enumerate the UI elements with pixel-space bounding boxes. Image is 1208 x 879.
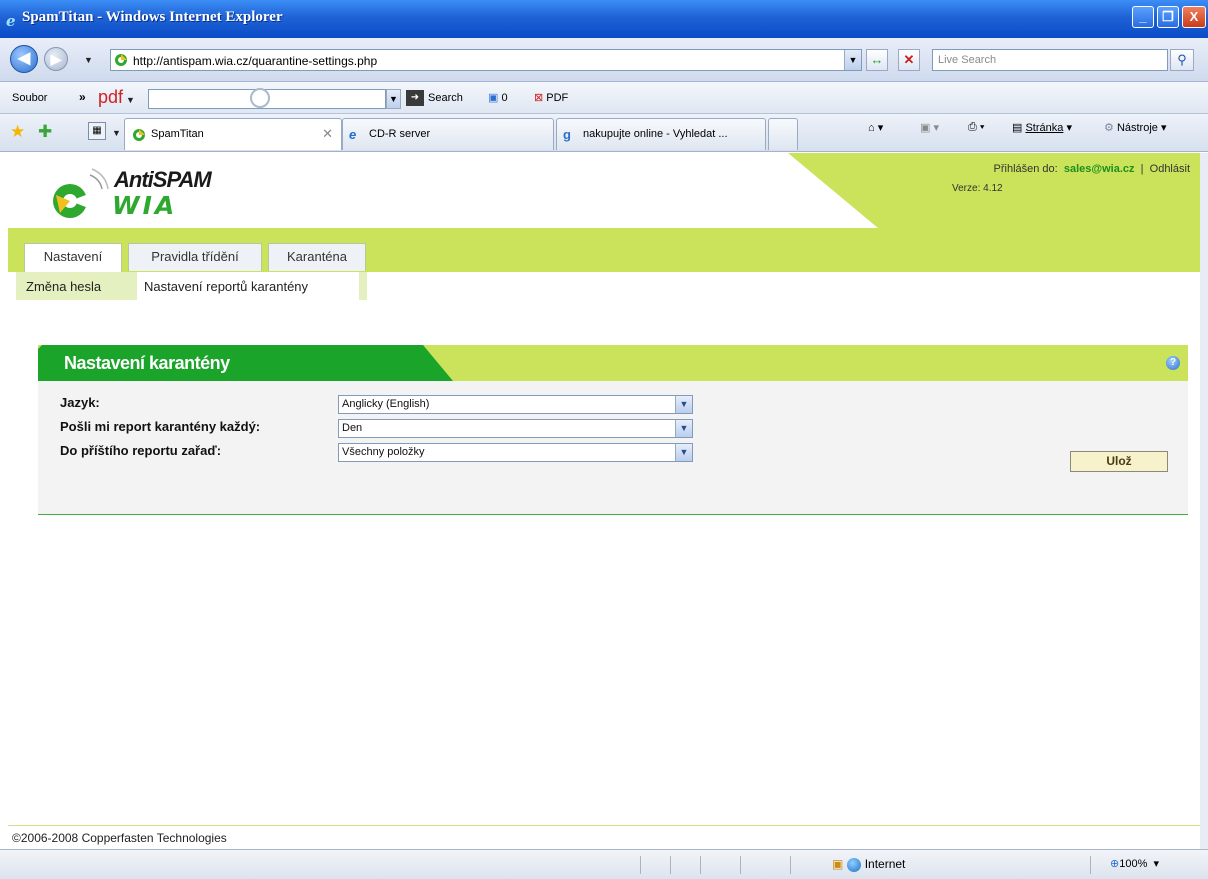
pdf-menu-dropdown-icon[interactable]: ▼ — [126, 95, 135, 105]
live-search-input[interactable]: Live Search — [932, 49, 1168, 71]
login-user: sales@wia.cz — [1063, 163, 1135, 175]
security-zone[interactable]: ▣ Internet — [832, 857, 905, 872]
chevron-down-icon: ▼ — [675, 396, 692, 413]
back-button[interactable]: ◀ — [10, 45, 38, 73]
status-divider — [740, 856, 741, 874]
status-divider — [790, 856, 791, 874]
quick-tabs-icon[interactable]: ▦ — [88, 122, 106, 140]
subnav-zmena-hesla[interactable]: Změna hesla — [26, 279, 101, 294]
status-divider — [640, 856, 641, 874]
address-text: http://antispam.wia.cz/quarantine-settin… — [133, 54, 378, 68]
magnifier-icon — [250, 88, 270, 108]
globe-icon — [846, 857, 861, 872]
print-icon[interactable]: ⎙ ▾ — [968, 121, 984, 134]
window-right-edge — [1200, 153, 1208, 849]
report-content-select[interactable]: Všechny položky ▼ — [338, 443, 693, 462]
close-button[interactable]: X — [1182, 6, 1206, 28]
menu-soubor[interactable]: Soubor — [12, 92, 47, 104]
site-header: AntiSPAM WIA Přihlášen do: sales@wia.cz … — [8, 153, 1200, 228]
panel-header: Nastavení karantény ? — [38, 345, 1188, 381]
login-info: Přihlášen do: sales@wia.cz | Odhlásit — [993, 163, 1190, 175]
ie-logo-icon: e — [6, 12, 16, 30]
page-icon: ▤ — [1012, 122, 1023, 134]
version-label: Verze: 4.12 — [952, 183, 1003, 194]
status-divider — [1090, 856, 1091, 874]
protected-mode-icon: ▣ — [832, 857, 844, 871]
status-divider — [700, 856, 701, 874]
tab-cd-r-server[interactable]: e CD-R server — [342, 118, 554, 150]
address-dropdown-icon[interactable]: ▼ — [844, 50, 861, 70]
language-label: Jazyk: — [60, 395, 100, 410]
status-divider — [670, 856, 671, 874]
tab-close-icon[interactable]: ✕ — [322, 126, 333, 142]
zoom-icon: ⊕ — [1110, 858, 1120, 870]
feeds-icon[interactable]: ▣ ▾ — [920, 121, 939, 134]
go-arrow-icon: ➜ — [406, 90, 424, 106]
tab-pravidla-trideni[interactable]: Pravidla třídění — [128, 243, 262, 271]
pdf-file-icon: ⊠ — [534, 92, 544, 104]
address-field[interactable]: http://antispam.wia.cz/quarantine-settin… — [110, 49, 862, 71]
report-frequency-select[interactable]: Den ▼ — [338, 419, 693, 438]
popup-icon: ▣ — [488, 92, 499, 104]
google-favicon-icon: g — [563, 127, 571, 142]
toolbar-search-button[interactable]: ➜ Search — [406, 90, 463, 106]
subnav-nastaveni-reportu[interactable]: Nastavení reportů karantény — [144, 279, 308, 294]
status-bar — [0, 849, 1208, 879]
antispam-logo-icon — [53, 168, 109, 218]
tools-menu-button[interactable]: ⚙ Nástroje ▾ — [1104, 121, 1166, 134]
maximize-button[interactable]: ❐ — [1157, 6, 1179, 28]
save-button[interactable]: Ulož — [1070, 451, 1168, 472]
ie-page-icon: e — [349, 127, 357, 142]
window-titlebar: e SpamTitan - Windows Internet Explorer … — [0, 0, 1208, 38]
logo-wia-text: WIA — [112, 191, 178, 220]
chevron-down-icon: ▼ — [675, 444, 692, 461]
gear-icon: ⚙ — [1104, 122, 1114, 134]
tab-nastaveni[interactable]: Nastavení — [24, 243, 122, 273]
tab-nakupujte[interactable]: g nakupujte online - Vyhledat ... — [556, 118, 766, 150]
language-select[interactable]: Anglicky (English) ▼ — [338, 395, 693, 414]
spamtitan-favicon-icon — [133, 129, 145, 141]
search-icon[interactable]: ⚲ — [1170, 49, 1194, 71]
report-frequency-label: Pošli mi report karantény každý: — [60, 419, 261, 434]
pdf-search-dropdown-icon[interactable]: ▼ — [386, 89, 401, 109]
tab-spamtitan[interactable]: SpamTitan ✕ — [124, 118, 342, 150]
toolbar-pdf-button[interactable]: ⊠ PDF — [534, 91, 568, 104]
report-content-label: Do příštího reportu zařaď: — [60, 443, 222, 458]
favorites-star-icon[interactable]: ★ — [10, 122, 25, 142]
home-icon[interactable]: ⌂ ▾ — [868, 121, 883, 134]
logo-antispam-text: AntiSPAM — [114, 167, 212, 192]
pdf-toolbar-logo[interactable]: pdf — [98, 87, 123, 108]
forward-button[interactable]: ▶ — [44, 47, 68, 71]
footer: ©2006-2008 Copperfasten Technologies — [8, 826, 1200, 849]
logout-link[interactable]: Odhlásit — [1150, 163, 1190, 175]
toolbar-counter-button[interactable]: ▣ 0 — [488, 91, 508, 104]
page-content: AntiSPAM WIA Přihlášen do: sales@wia.cz … — [8, 153, 1200, 849]
refresh-icon[interactable]: ↔ — [866, 49, 888, 71]
panel-body: Jazyk: Anglicky (English) ▼ Pošli mi rep… — [38, 381, 1188, 515]
chevron-down-icon: ▼ — [675, 420, 692, 437]
help-icon[interactable]: ? — [1166, 356, 1180, 370]
quarantine-settings-panel: Nastavení karantény ? Jazyk: Anglicky (E… — [38, 345, 1188, 515]
toolbar-overflow-icon[interactable]: » — [79, 90, 86, 104]
copyright-text: ©2006-2008 Copperfasten Technologies — [12, 831, 227, 845]
site-favicon-icon — [115, 54, 127, 66]
minimize-button[interactable]: _ — [1132, 6, 1154, 28]
tab-karantena[interactable]: Karanténa — [268, 243, 366, 271]
tab-list-dropdown-icon[interactable]: ▼ — [112, 128, 121, 138]
page-menu-button[interactable]: ▤ Stránka ▾ — [1012, 121, 1072, 134]
stop-icon[interactable]: ✕ — [898, 49, 920, 71]
new-tab-button[interactable] — [768, 118, 798, 150]
panel-title: Nastavení karantény — [64, 353, 230, 373]
history-dropdown-icon[interactable]: ▼ — [84, 55, 93, 65]
subnav-bar-end — [359, 272, 367, 300]
window-title: SpamTitan - Windows Internet Explorer — [22, 9, 283, 25]
zoom-control[interactable]: ⊕100% ▾ — [1110, 857, 1159, 870]
add-favorites-icon[interactable]: ✚ — [38, 122, 52, 142]
